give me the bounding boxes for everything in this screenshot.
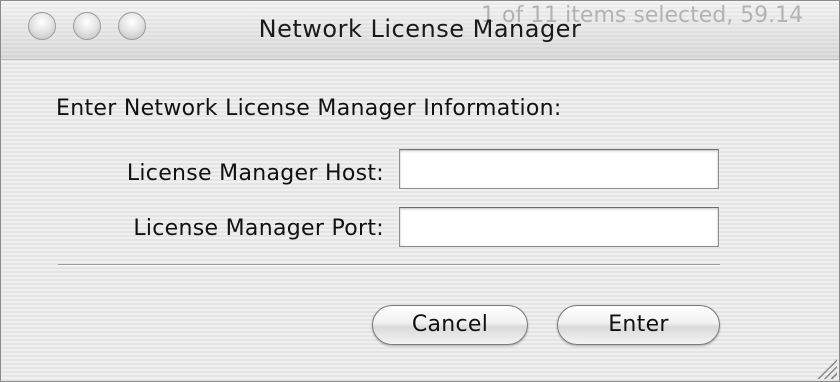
- window-title: Network License Manager: [258, 15, 582, 43]
- enter-button[interactable]: Enter: [557, 305, 720, 345]
- port-label: License Manager Port:: [133, 216, 384, 241]
- license-manager-dialog: 1 of 11 items selected, 59.14 Network Li…: [0, 0, 840, 382]
- form-heading: Enter Network License Manager Informatio…: [56, 96, 562, 121]
- host-label: License Manager Host:: [126, 161, 384, 186]
- title-bar[interactable]: 1 of 11 items selected, 59.14 Network Li…: [1, 1, 839, 60]
- cancel-button[interactable]: Cancel: [372, 305, 528, 345]
- port-input[interactable]: [399, 207, 719, 247]
- separator: [58, 264, 720, 266]
- resize-grip-icon[interactable]: [815, 357, 837, 379]
- host-input[interactable]: [399, 149, 719, 189]
